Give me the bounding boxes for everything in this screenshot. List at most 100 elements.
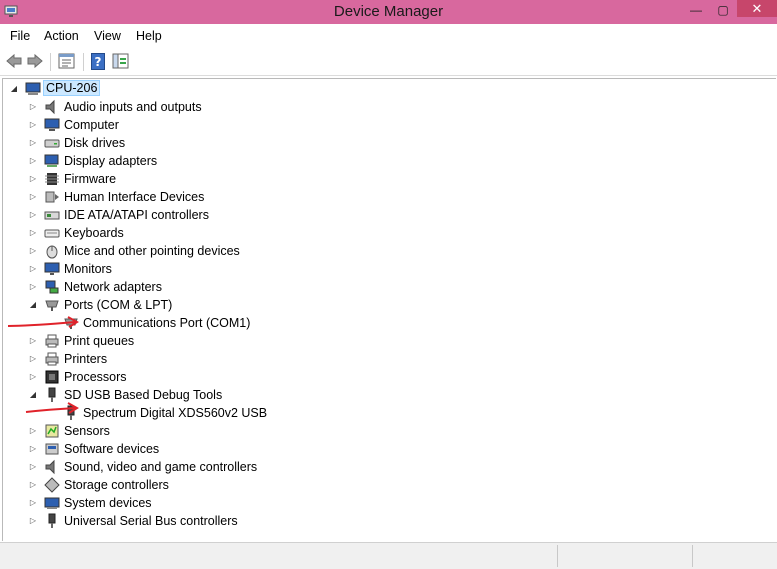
tree-device[interactable]: Spectrum Digital XDS560v2 USB <box>3 404 603 422</box>
storage-controller-icon <box>44 477 60 493</box>
tree-category-label: Software devices <box>64 442 160 456</box>
tree-category-label: Ports (COM & LPT) <box>64 298 173 312</box>
expand-chevron-icon[interactable]: ▷ <box>28 225 38 241</box>
tree-category[interactable]: ▷ Universal Serial Bus controllers <box>3 512 603 530</box>
expand-chevron-icon[interactable]: ▷ <box>28 99 38 115</box>
properties-icon[interactable] <box>58 53 75 69</box>
expand-chevron-icon[interactable]: ▷ <box>28 171 38 187</box>
printer-icon <box>45 334 59 348</box>
tree-category-label: Firmware <box>64 172 117 186</box>
expand-chevron-icon[interactable]: ▷ <box>28 369 38 385</box>
expand-chevron-icon[interactable]: ▷ <box>28 279 38 295</box>
annotation-arrow-icon <box>25 402 79 414</box>
tree-category-label: Keyboards <box>64 226 124 240</box>
computer-icon <box>44 118 60 131</box>
tree-category[interactable]: ▷ Audio inputs and outputs <box>3 98 603 116</box>
expand-chevron-icon[interactable]: ▷ <box>28 441 38 457</box>
chip-icon <box>45 173 59 185</box>
tree-category[interactable]: ▷ Print queues <box>3 332 603 350</box>
collapse-chevron-icon[interactable]: ◢ <box>9 81 19 97</box>
expand-chevron-icon[interactable]: ▷ <box>28 423 38 439</box>
tree-category[interactable]: ▷ Human Interface Devices <box>3 188 603 206</box>
menu-bar: File Action View Help <box>0 24 777 48</box>
tree-category-label: Audio inputs and outputs <box>64 100 202 114</box>
window-title: Device Manager <box>333 3 444 20</box>
forward-arrow-icon[interactable] <box>26 53 44 69</box>
maximize-button[interactable]: ▢ <box>710 0 736 22</box>
title-bar[interactable]: Device Manager — ▢ ✕ <box>0 0 777 24</box>
menu-help[interactable]: Help <box>136 29 162 43</box>
collapse-chevron-icon[interactable]: ◢ <box>28 297 38 313</box>
tree-device[interactable]: Communications Port (COM1) <box>3 314 603 332</box>
minimize-button[interactable]: — <box>683 0 709 22</box>
tree-category-label: Disk drives <box>64 136 126 150</box>
monitor-icon <box>44 262 60 275</box>
expand-chevron-icon[interactable]: ▷ <box>28 153 38 169</box>
tree-category-label: SD USB Based Debug Tools <box>64 388 223 402</box>
speaker-icon <box>45 99 55 115</box>
tree-category[interactable]: ▷ Firmware <box>3 170 603 188</box>
tree-category[interactable]: ▷ Disk drives <box>3 134 603 152</box>
tree-category-label: Mice and other pointing devices <box>64 244 240 258</box>
tree-category[interactable]: ◢ Ports (COM & LPT) <box>3 296 603 314</box>
status-separator <box>557 545 558 567</box>
expand-chevron-icon[interactable]: ▷ <box>28 477 38 493</box>
tree-root-label: CPU-206 <box>43 80 101 96</box>
tree-category-label: Network adapters <box>64 280 162 294</box>
expand-chevron-icon[interactable]: ▷ <box>28 117 38 133</box>
expand-chevron-icon[interactable]: ▷ <box>28 459 38 475</box>
help-icon[interactable]: ? <box>91 53 105 70</box>
tree-category-label: Print queues <box>64 334 135 348</box>
expand-chevron-icon[interactable]: ▷ <box>28 261 38 277</box>
menu-view[interactable]: View <box>94 29 121 43</box>
tree-category[interactable]: ▷ IDE ATA/ATAPI controllers <box>3 206 603 224</box>
tree-category[interactable]: ▷ Keyboards <box>3 224 603 242</box>
network-icon <box>45 280 59 294</box>
mouse-icon <box>46 245 58 259</box>
expand-chevron-icon[interactable]: ▷ <box>28 351 38 367</box>
tree-category-label: Processors <box>64 370 127 384</box>
tree-category-label: Human Interface Devices <box>64 190 205 204</box>
menu-file[interactable]: File <box>10 29 30 43</box>
expand-chevron-icon[interactable]: ▷ <box>28 189 38 205</box>
tree-category-label: Storage controllers <box>64 478 169 492</box>
tree-category[interactable]: ▷ Display adapters <box>3 152 603 170</box>
tree-device-label: Communications Port (COM1) <box>83 316 251 330</box>
usb-plug-icon <box>48 513 56 528</box>
expand-chevron-icon[interactable]: ▷ <box>28 207 38 223</box>
tree-category-label: Universal Serial Bus controllers <box>64 514 238 528</box>
disk-drive-icon <box>44 139 60 148</box>
expand-chevron-icon[interactable]: ▷ <box>28 135 38 151</box>
speaker-icon <box>45 459 55 475</box>
tree-category[interactable]: ▷ Storage controllers <box>3 476 603 494</box>
expand-chevron-icon[interactable]: ▷ <box>28 243 38 259</box>
tree-category[interactable]: ▷ Sound, video and game controllers <box>3 458 603 476</box>
tree-category[interactable]: ▷ Sensors <box>3 422 603 440</box>
ide-controller-icon <box>44 211 60 220</box>
show-hide-icon[interactable] <box>112 53 129 69</box>
tree-root[interactable]: ◢ CPU-206 <box>3 80 603 98</box>
display-adapter-icon <box>44 154 59 167</box>
processor-icon <box>45 370 59 384</box>
cpu-root-icon <box>25 82 41 95</box>
menu-action[interactable]: Action <box>44 29 79 43</box>
expand-chevron-icon[interactable]: ▷ <box>28 333 38 349</box>
tree-category[interactable]: ▷ Mice and other pointing devices <box>3 242 603 260</box>
tree-category[interactable]: ◢ SD USB Based Debug Tools <box>3 386 603 404</box>
expand-chevron-icon[interactable]: ▷ <box>28 495 38 511</box>
tree-category[interactable]: ▷ Processors <box>3 368 603 386</box>
tree-category[interactable]: ▷ Printers <box>3 350 603 368</box>
hid-icon <box>45 191 59 203</box>
tree-category-label: Printers <box>64 352 108 366</box>
sensor-icon <box>45 424 59 438</box>
tree-category[interactable]: ▷ Software devices <box>3 440 603 458</box>
tree-category[interactable]: ▷ System devices <box>3 494 603 512</box>
tree-category[interactable]: ▷ Computer <box>3 116 603 134</box>
expand-chevron-icon[interactable]: ▷ <box>28 513 38 529</box>
tree-category-label: Sound, video and game controllers <box>64 460 258 474</box>
close-button[interactable]: ✕ <box>737 0 777 17</box>
device-tree[interactable]: ◢ CPU-206 ▷ Audio inputs and outputs ▷ C… <box>2 78 776 541</box>
tree-category[interactable]: ▷ Network adapters <box>3 278 603 296</box>
back-arrow-icon[interactable] <box>5 53 23 69</box>
tree-category[interactable]: ▷ Monitors <box>3 260 603 278</box>
